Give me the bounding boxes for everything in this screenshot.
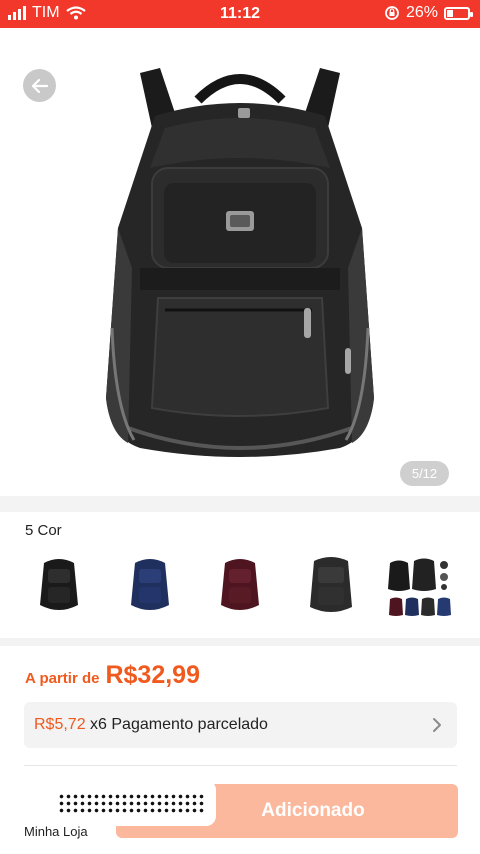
store-dots-indicator (58, 793, 204, 815)
image-pager: 5/12 (400, 461, 449, 486)
installment-amount: R$5,72 (34, 716, 86, 733)
divider-line (24, 765, 457, 766)
color-swatch-list (24, 551, 456, 621)
my-store-link[interactable]: Minha Loja (24, 824, 88, 839)
section-divider (0, 638, 480, 646)
backpack-collection-icon (388, 558, 451, 616)
battery-icon (444, 6, 473, 20)
battery-percent: 26% (405, 4, 438, 21)
black-backpack-swatch[interactable] (24, 551, 94, 621)
bottom-action-bar: Adicionado Minha Loja (0, 780, 480, 854)
backpack-thumbnail-icon (309, 557, 352, 612)
backpack-thumbnail-icon (130, 559, 169, 610)
arrow-left-icon (31, 78, 48, 93)
blue-backpack-swatch[interactable] (115, 551, 185, 621)
price-row: A partir de R$32,99 (25, 661, 200, 690)
backpack-photo (106, 68, 374, 457)
backpack-thumbnail-icon (221, 559, 259, 610)
dark-gray-backpack-swatch[interactable] (296, 551, 366, 621)
chevron-right-icon (433, 718, 441, 732)
product-image-gallery[interactable]: 5/12 (0, 28, 480, 496)
color-count-label: 5 Cor (25, 522, 62, 539)
installment-text: x6 Pagamento parcelado (85, 716, 268, 733)
backpack-thumbnail-icon (40, 559, 78, 610)
rotation-lock-icon (385, 6, 399, 20)
all-colors-swatch[interactable] (386, 551, 456, 621)
wine-backpack-swatch[interactable] (205, 551, 275, 621)
add-to-store-button-label: Adicionado (261, 800, 365, 821)
status-bar: TIM 11:12 26% (0, 0, 480, 28)
installment-row[interactable]: R$5,72 x6 Pagamento parcelado (24, 702, 457, 748)
section-divider (0, 496, 480, 512)
price-value: R$32,99 (105, 661, 200, 689)
price-prefix: A partir de (25, 670, 100, 687)
back-button[interactable] (23, 69, 56, 102)
